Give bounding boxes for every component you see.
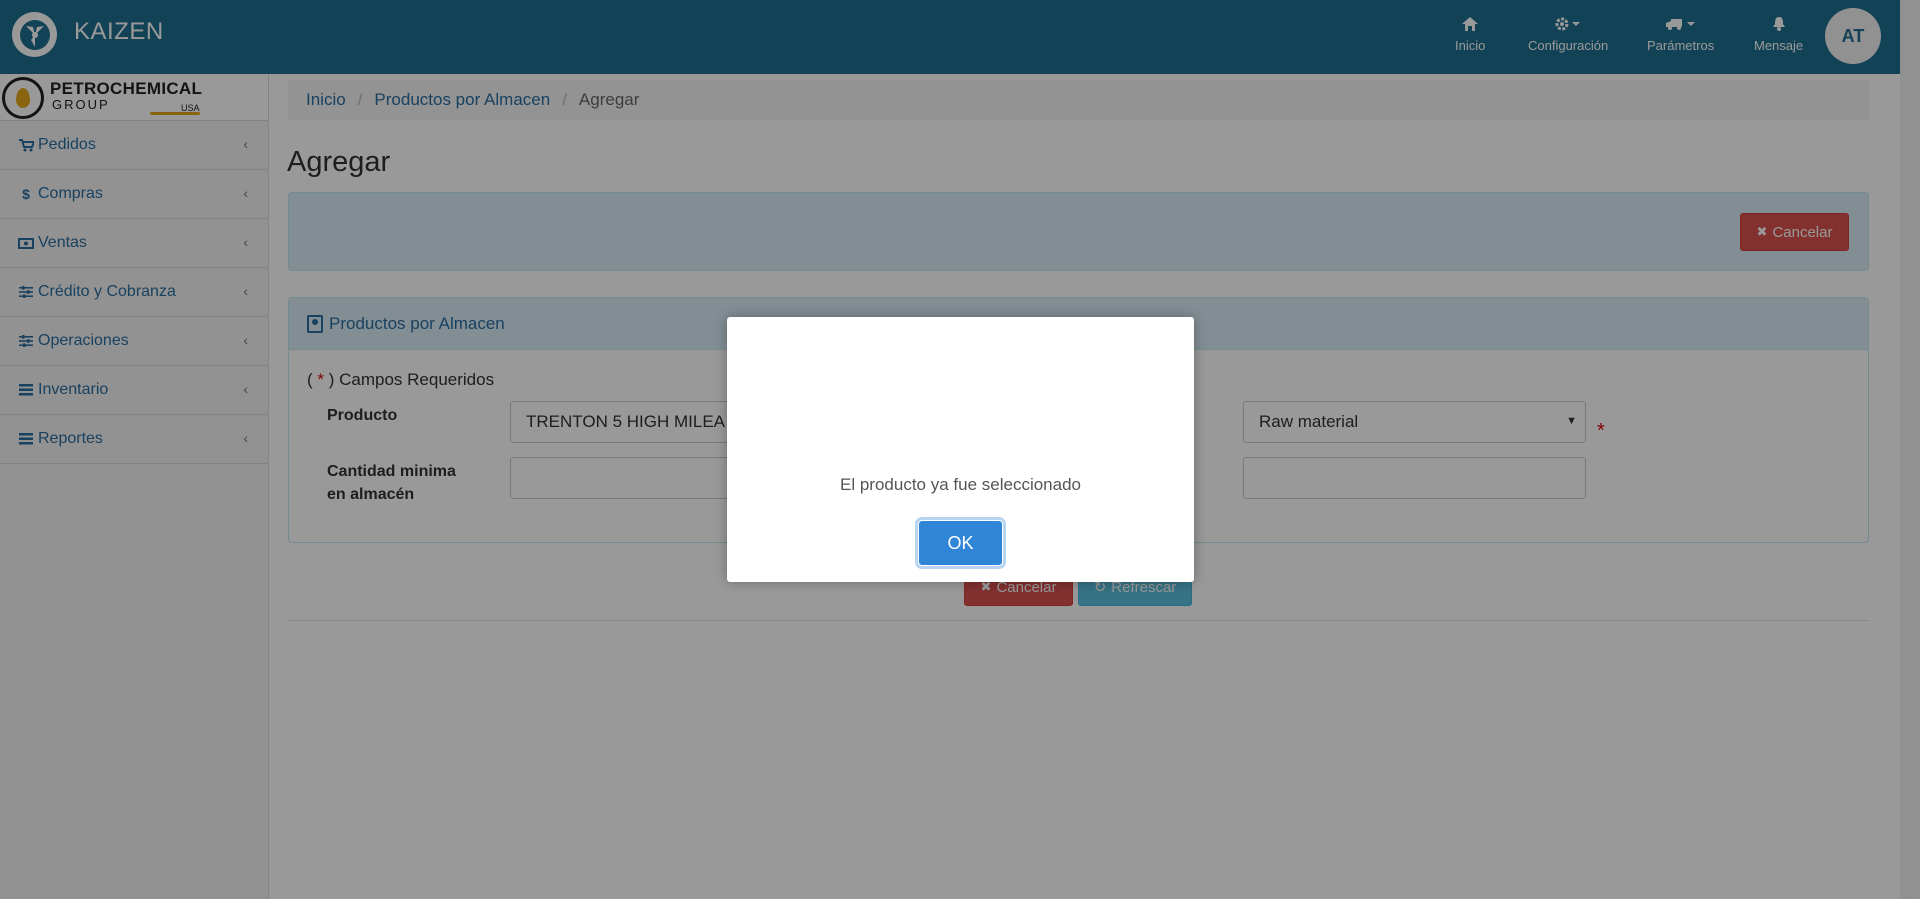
alert-dialog: El producto ya fue seleccionado OK — [727, 317, 1194, 582]
alert-message: El producto ya fue seleccionado — [840, 475, 1081, 494]
ok-button[interactable]: OK — [918, 520, 1003, 566]
